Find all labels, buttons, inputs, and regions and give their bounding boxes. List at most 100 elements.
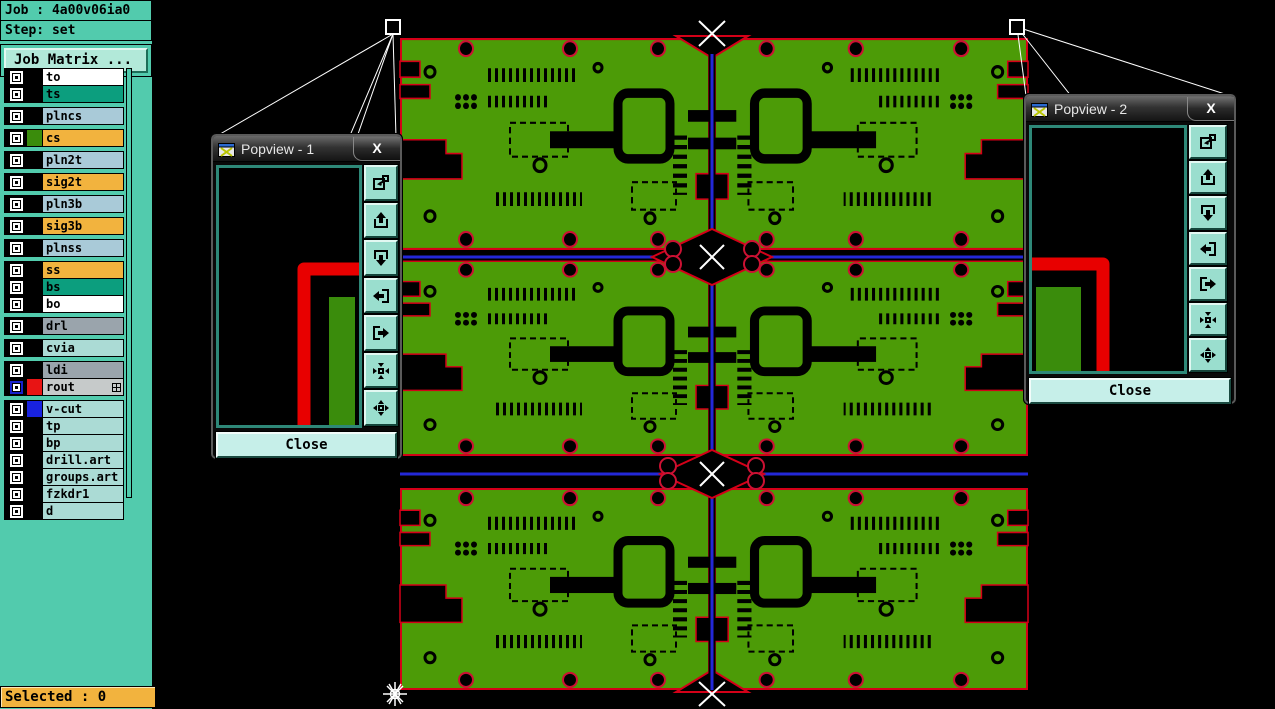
layer-label[interactable]: cvia: [43, 340, 123, 356]
close-icon[interactable]: X: [1187, 96, 1234, 121]
layer-label[interactable]: drl: [43, 318, 123, 334]
layer-label[interactable]: pln2t: [43, 152, 123, 168]
layer-row-groups.art[interactable]: groups.art: [5, 469, 123, 486]
layer-label[interactable]: fzkdr1: [43, 486, 123, 502]
layer-color-swatch[interactable]: [27, 340, 43, 356]
layer-checkbox[interactable]: [8, 340, 24, 356]
layer-label[interactable]: ss: [43, 262, 123, 278]
layer-row-d[interactable]: d: [5, 503, 123, 519]
layer-color-swatch[interactable]: [27, 318, 43, 334]
layer-label[interactable]: sig2t: [43, 174, 123, 190]
popview-1-zoom-contract-button[interactable]: [363, 351, 399, 390]
layer-row-pln2t[interactable]: pln2t: [5, 152, 123, 168]
layer-row-rout[interactable]: rout: [5, 379, 123, 395]
popview-1-titlebar[interactable]: Popview - 1 X: [213, 136, 400, 162]
popview-2-pan-up-button[interactable]: [1188, 159, 1228, 196]
layer-label[interactable]: bs: [43, 279, 123, 295]
popview-2-pan-down-button[interactable]: [1188, 195, 1228, 231]
layer-row-cs[interactable]: cs: [5, 130, 123, 146]
popview-window-2[interactable]: Popview - 2 X Close: [1023, 93, 1237, 405]
layer-color-swatch[interactable]: [27, 240, 43, 256]
pcb-board[interactable]: [400, 489, 710, 689]
popview-1-pan-right-button[interactable]: [363, 314, 399, 352]
layer-checkbox[interactable]: [8, 218, 24, 234]
layer-checkbox[interactable]: [8, 69, 24, 85]
layer-checkbox[interactable]: [8, 503, 24, 519]
layer-color-swatch[interactable]: [27, 130, 43, 146]
popview-source-marker-1[interactable]: [385, 19, 401, 35]
layer-row-sig2t[interactable]: sig2t: [5, 174, 123, 190]
layer-checkbox[interactable]: [8, 86, 24, 102]
layer-row-plncs[interactable]: plncs: [5, 108, 123, 124]
popview-1-zoom-expand-button[interactable]: [363, 389, 399, 428]
layer-row-sig3b[interactable]: sig3b: [5, 218, 123, 234]
layer-row-ts[interactable]: ts: [5, 86, 123, 102]
popview-2-zoom-contract-button[interactable]: [1188, 301, 1228, 338]
popview-2-popview-copy-button[interactable]: [1188, 124, 1228, 160]
layer-row-pln3b[interactable]: pln3b: [5, 196, 123, 212]
layer-row-ldi[interactable]: ldi: [5, 362, 123, 379]
layer-row-ss[interactable]: ss: [5, 262, 123, 279]
layer-row-bp[interactable]: bp: [5, 435, 123, 452]
layer-label[interactable]: rout: [43, 379, 123, 395]
layer-row-tp[interactable]: tp: [5, 418, 123, 435]
layer-checkbox[interactable]: [8, 152, 24, 168]
layer-label[interactable]: to: [43, 69, 123, 85]
popview-2-viewport[interactable]: [1029, 125, 1187, 374]
layer-color-swatch[interactable]: [27, 86, 43, 102]
layer-color-swatch[interactable]: [27, 401, 43, 417]
popview-2-pan-left-button[interactable]: [1188, 230, 1228, 267]
popview-2-close-button[interactable]: Close: [1028, 377, 1232, 405]
layer-checkbox[interactable]: [8, 108, 24, 124]
layer-checkbox[interactable]: [8, 418, 24, 434]
layer-checkbox[interactable]: [8, 452, 24, 468]
layer-checkbox[interactable]: [8, 240, 24, 256]
popview-1-pan-up-button[interactable]: [363, 201, 399, 240]
layer-row-bs[interactable]: bs: [5, 279, 123, 296]
layer-color-swatch[interactable]: [27, 279, 43, 295]
layer-color-swatch[interactable]: [27, 152, 43, 168]
popview-1-close-button[interactable]: Close: [215, 431, 398, 459]
layer-label[interactable]: ts: [43, 86, 123, 102]
layer-color-swatch[interactable]: [27, 108, 43, 124]
layer-checkbox[interactable]: [8, 486, 24, 502]
layer-label[interactable]: bo: [43, 296, 123, 312]
popview-1-pan-down-button[interactable]: [363, 239, 399, 277]
layer-label[interactable]: ldi: [43, 362, 123, 378]
layer-checkbox[interactable]: [8, 362, 24, 378]
layer-color-swatch[interactable]: [27, 418, 43, 434]
layer-label[interactable]: drill.art: [43, 452, 123, 468]
layer-checkbox[interactable]: [8, 379, 24, 395]
layer-color-swatch[interactable]: [27, 262, 43, 278]
layer-row-bo[interactable]: bo: [5, 296, 123, 312]
layer-label[interactable]: plnss: [43, 240, 123, 256]
layer-color-swatch[interactable]: [27, 69, 43, 85]
layer-label[interactable]: sig3b: [43, 218, 123, 234]
popview-1-popview-copy-button[interactable]: [363, 164, 399, 202]
layer-row-cvia[interactable]: cvia: [5, 340, 123, 356]
layer-row-plnss[interactable]: plnss: [5, 240, 123, 256]
pcb-board[interactable]: [400, 39, 710, 249]
layer-row-fzkdr1[interactable]: fzkdr1: [5, 486, 123, 503]
layer-color-swatch[interactable]: [27, 452, 43, 468]
layer-color-swatch[interactable]: [27, 218, 43, 234]
close-icon[interactable]: X: [353, 136, 400, 161]
layer-color-swatch[interactable]: [27, 362, 43, 378]
popview-1-viewport[interactable]: [216, 165, 362, 428]
layer-color-swatch[interactable]: [27, 486, 43, 502]
layer-checkbox[interactable]: [8, 401, 24, 417]
popview-source-marker-2[interactable]: [1009, 19, 1025, 35]
pcb-board[interactable]: [714, 39, 1028, 249]
layer-row-to[interactable]: to: [5, 69, 123, 86]
layer-color-swatch[interactable]: [27, 296, 43, 312]
layer-label[interactable]: d: [43, 503, 123, 519]
pcb-board[interactable]: [714, 261, 1028, 455]
layer-color-swatch[interactable]: [27, 196, 43, 212]
layer-label[interactable]: v-cut: [43, 401, 123, 417]
popview-2-zoom-expand-button[interactable]: [1188, 337, 1228, 374]
popview-2-titlebar[interactable]: Popview - 2 X: [1026, 96, 1234, 122]
pcb-board[interactable]: [400, 261, 710, 455]
layer-checkbox[interactable]: [8, 469, 24, 485]
layer-checkbox[interactable]: [8, 279, 24, 295]
layer-color-swatch[interactable]: [27, 469, 43, 485]
